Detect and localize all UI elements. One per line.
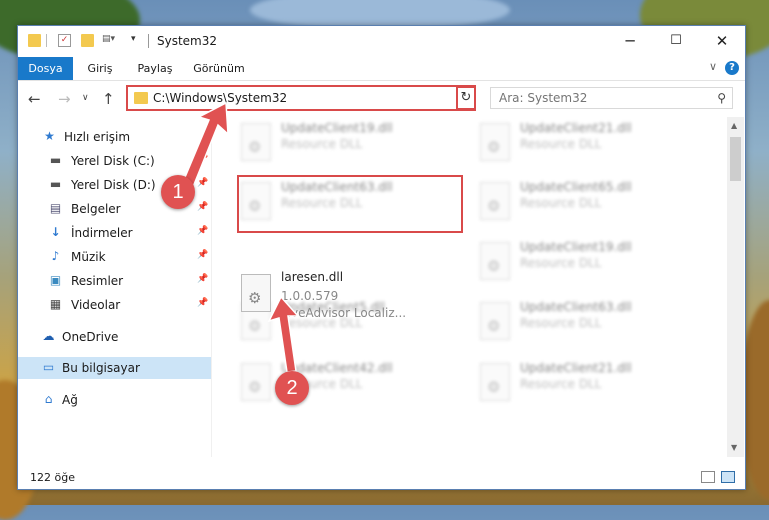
step-2-badge: 2: [275, 371, 309, 405]
arrow-2: [267, 295, 300, 373]
step-1-badge: 1: [161, 175, 195, 209]
callout-arrows: [182, 101, 300, 373]
arrow-1: [182, 101, 229, 189]
